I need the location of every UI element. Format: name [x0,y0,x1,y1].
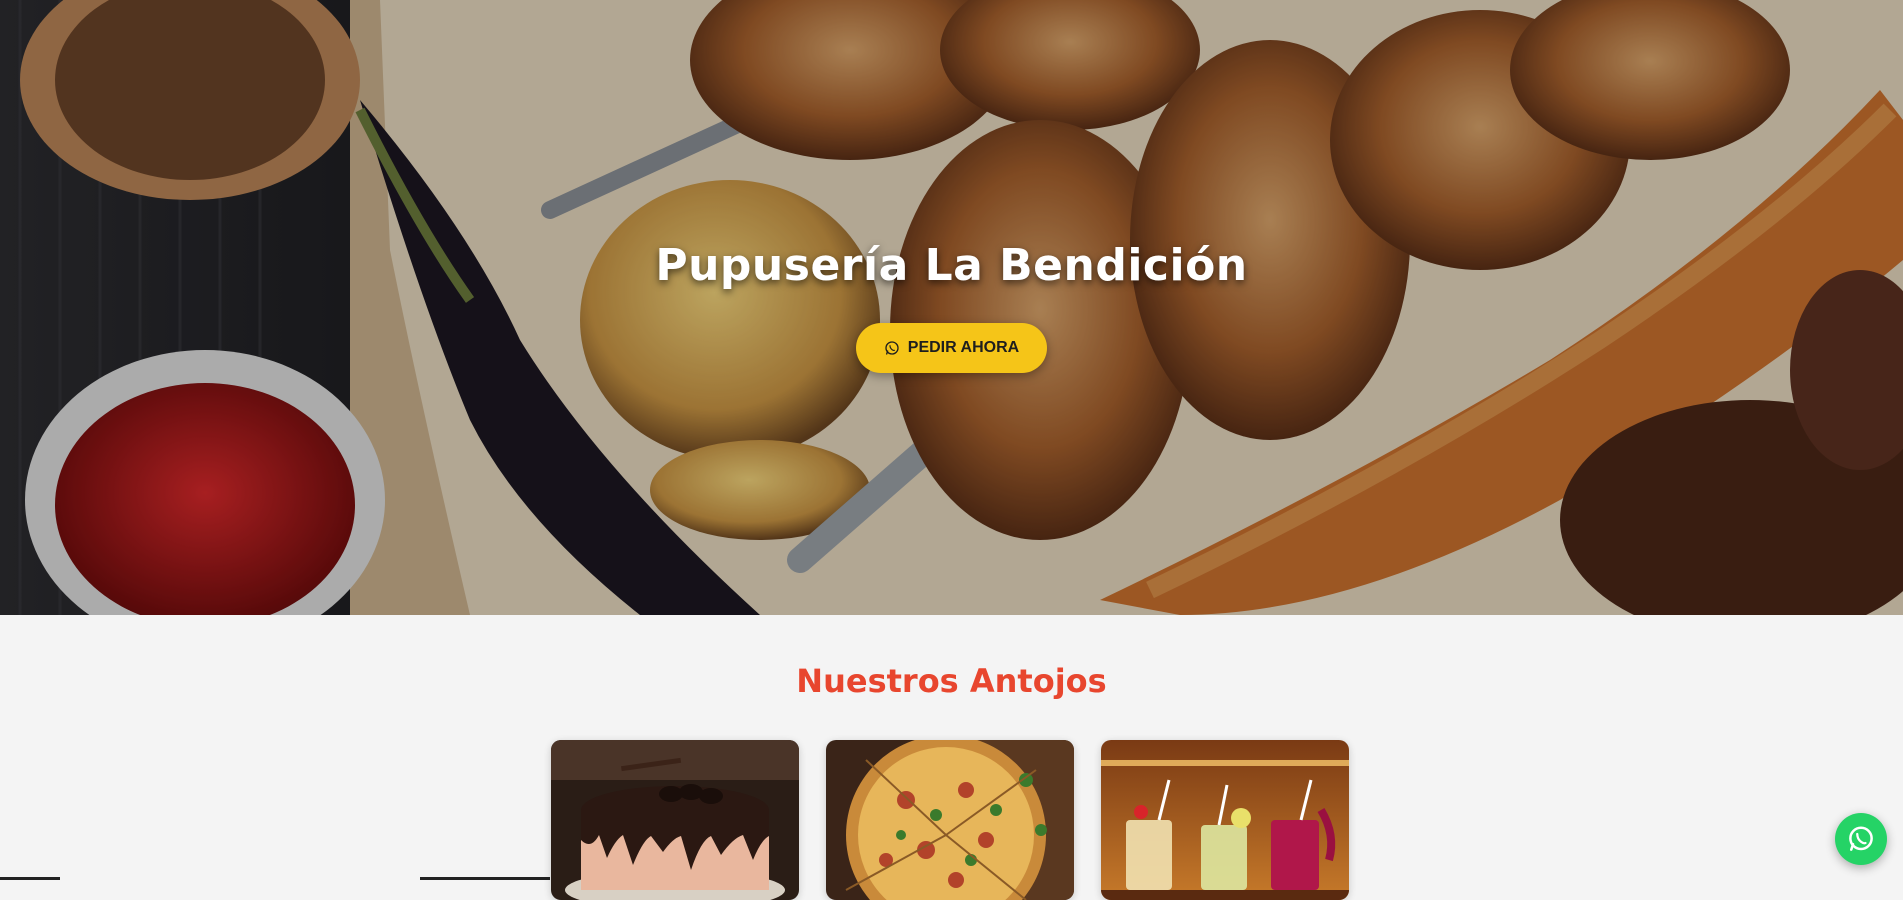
pizza-image [826,740,1074,900]
hero-title: Pupusería La Bendición [655,240,1248,291]
order-now-button[interactable]: PEDIR AHORA [855,323,1048,373]
product-card-drinks[interactable] [1101,740,1349,900]
chocolate-cake-image [551,740,799,900]
hero-banner: Pupusería La Bendición PEDIR AHORA [0,0,1903,615]
cocktails-image [1101,740,1349,900]
product-card-cake[interactable] [551,740,799,900]
whatsapp-icon [1849,826,1873,851]
product-card-pizza[interactable] [826,740,1074,900]
order-now-label: PEDIR AHORA [907,339,1020,356]
hero-content: Pupusería La Bendición PEDIR AHORA [0,240,1903,373]
whatsapp-icon [885,341,899,355]
section-title: Nuestros Antojos [796,662,1107,700]
whatsapp-float-button[interactable] [1835,813,1887,865]
